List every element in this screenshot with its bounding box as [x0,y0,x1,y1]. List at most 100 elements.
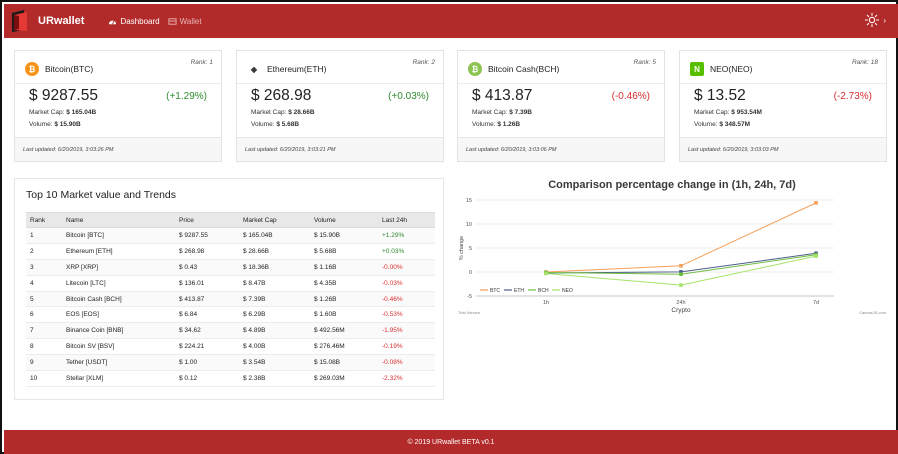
nav-wallet-label: Wallet [179,16,202,26]
table-row[interactable]: 1 Bitcoin [BTC] $ 9287.55 $ 165.04B $ 15.90B… [26,227,435,244]
card-header: ₿ Bitcoin(BTC) Rank: 1 [25,57,213,81]
cell-rank: 10 [26,370,62,387]
market-cap-value: $ 7.39B [509,109,532,116]
cell-market-cap: $ 7.39B [239,291,310,308]
volume-value: $ 5.68B [276,121,300,128]
cell-volume: $ 269.03M [310,370,378,387]
table-row[interactable]: 3 XRP [XRP] $ 0.43 $ 18.36B $ 1.16B -0.00% [26,259,435,276]
cell-last-24h: -0.19% [378,338,435,356]
cell-rank: 4 [26,275,62,292]
coin-change: (-0.46%) [611,91,650,102]
table-row[interactable]: 8 Bitcoin SV [BSV] $ 224.21 $ 4.00B $ 276.46… [26,338,435,356]
coin-rank: Rank: 18 [851,59,878,66]
nav-dashboard-label: Dashboard [120,16,160,26]
cell-price: $ 136.01 [175,275,239,292]
last-updated: Last updated: 6/20/2019, 3:03:06 PM [466,147,557,153]
market-cap-line: Market Cap: $ 7.39B [472,109,532,116]
top10-title: Top 10 Market value and Trends [26,189,177,201]
footer: © 2019 URwallet BETA v0.1 [4,430,898,454]
card-footer: Last updated: 6/20/2019, 3:03:26 PM [15,137,221,161]
divider [680,83,886,84]
chevron-right-icon: › [883,15,886,25]
legend-label: ETH [514,288,524,294]
brand[interactable]: URwallet [10,9,84,33]
cell-name: Binance Coin [BNB] [62,322,175,340]
table-row[interactable]: 5 Bitcoin Cash [BCH] $ 413.87 $ 7.39B $ 1.26… [26,291,435,308]
cell-market-cap: $ 8.47B [239,275,310,292]
col-volume: Volume [310,212,378,228]
data-point-neo [814,254,818,258]
table-row[interactable]: 10 Stellar [XLM] $ 0.12 $ 2.38B $ 269.03M -2.… [26,370,435,387]
coin-price: $ 13.52 [694,87,746,104]
wallet-icon [168,17,177,25]
settings-menu[interactable]: › [864,12,886,28]
neo-icon: N [690,62,704,76]
cell-price: $ 6.84 [175,306,239,324]
coin-change: (-2.73%) [833,91,872,102]
cell-last-24h: -0.00% [378,259,435,276]
cell-last-24h: -0.46% [378,291,435,308]
coin-name: Bitcoin Cash(BCH) [488,64,560,74]
y-tick-label: 0 [469,270,472,276]
market-cap-label: Market Cap: [694,109,730,116]
volume-value: $ 348.57M [719,121,751,128]
market-cap-value: $ 28.66B [288,109,315,116]
table-row[interactable]: 9 Tether [USDT] $ 1.00 $ 3.54B $ 15.08B -0.08… [26,354,435,372]
coin-name: NEO(NEO) [710,64,753,74]
coin-change: (+0.03%) [388,91,429,102]
table-row[interactable]: 7 Binance Coin [BNB] $ 34.62 $ 4.89B $ 492.5… [26,322,435,340]
nav-dashboard[interactable]: Dashboard [108,16,160,26]
chart-canvas: -5 0 5 10 15 1h 24h 7d Crypto % change BTC ETH BCH NE… [458,198,887,315]
top10-panel: Top 10 Market value and Trends Rank Name… [14,178,444,400]
coin-price: $ 413.87 [472,87,533,104]
cell-volume: $ 15.90B [310,227,378,244]
card-header: N NEO(NEO) Rank: 18 [690,57,878,81]
cell-name: XRP [XRP] [62,259,175,276]
coin-card: ₿ Bitcoin Cash(BCH) Rank: 5 $ 413.87 (-0.46%… [457,50,665,162]
coin-price: $ 268.98 [251,87,312,104]
table-row[interactable]: 6 EOS [EOS] $ 6.84 $ 6.29B $ 1.60B -0.53% [26,306,435,324]
y-tick-label: 15 [466,198,472,204]
nav-wallet[interactable]: Wallet [168,17,202,26]
last-updated: Last updated: 6/20/2019, 3:03:21 PM [245,147,336,153]
market-cap-label: Market Cap: [251,109,287,116]
gear-icon [865,12,880,28]
coin-rank: Rank: 2 [412,59,435,66]
navbar: URwallet Dashboard Wallet › [4,4,898,38]
cell-market-cap: $ 2.38B [239,370,310,387]
cell-market-cap: $ 3.54B [239,354,310,372]
market-cap-value: $ 165.04B [66,109,97,116]
data-point-btc [814,201,818,205]
divider [15,83,221,84]
cell-market-cap: $ 4.89B [239,322,310,340]
cell-last-24h: -0.53% [378,306,435,324]
cell-market-cap: $ 165.04B [239,227,310,244]
market-cap-line: Market Cap: $ 953.54M [694,109,762,116]
volume-value: $ 1.26B [497,121,521,128]
y-tick-label: -5 [467,294,472,300]
series-line-btc [545,202,817,273]
volume-line: Volume: $ 15.90B [29,121,81,128]
table-row[interactable]: 4 Litecoin [LTC] $ 136.01 $ 8.47B $ 4.35B -0.… [26,275,435,292]
market-cap-label: Market Cap: [472,109,508,116]
coin-card: ◆ Ethereum(ETH) Rank: 2 $ 268.98 (+0.03%) Mar… [236,50,444,162]
data-point-btc [679,264,683,268]
col-name: Name [62,212,175,228]
x-tick-label: 7d [813,300,819,306]
col-rank: Rank [26,212,62,228]
table-header-row: Rank Name Price Market Cap Volume Last 2… [26,212,435,228]
col-market-cap: Market Cap [239,212,310,228]
brand-name: URwallet [38,15,85,27]
table-row[interactable]: 2 Ethereum [ETH] $ 268.98 $ 28.66B $ 5.68B +0… [26,243,435,260]
col-last-24h: Last 24h [378,212,435,228]
market-cap-label: Market Cap: [29,109,65,116]
cell-name: Bitcoin SV [BSV] [62,338,175,356]
col-price: Price [175,212,239,228]
volume-label: Volume: [251,121,275,128]
card-header: ₿ Bitcoin Cash(BCH) Rank: 5 [468,57,656,81]
coin-rank: Rank: 1 [190,59,213,66]
card-footer: Last updated: 6/20/2019, 3:03:21 PM [237,137,443,161]
cell-rank: 8 [26,338,62,356]
cell-name: Stellar [XLM] [62,370,175,387]
dashboard-icon [109,19,117,24]
